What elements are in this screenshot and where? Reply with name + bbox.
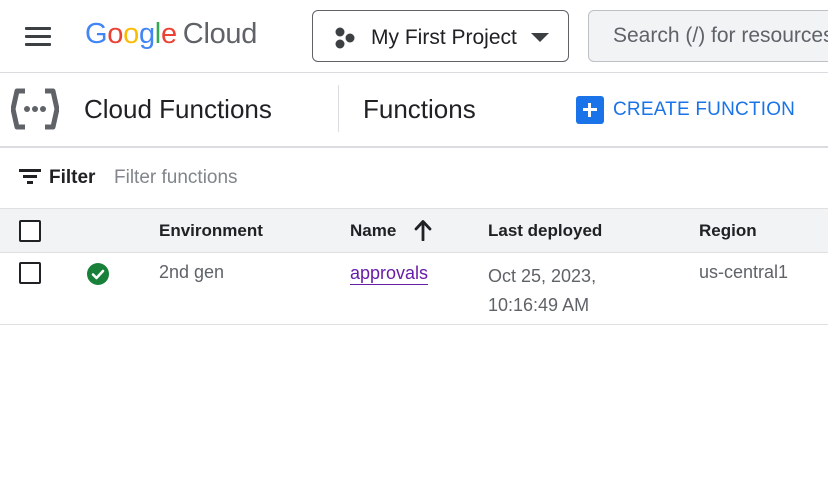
select-all-checkbox[interactable] bbox=[19, 220, 41, 242]
table-header: Environment Name Last deployed Region bbox=[0, 208, 828, 253]
sort-arrow-up-icon[interactable] bbox=[413, 219, 433, 241]
function-name-link[interactable]: approvals bbox=[350, 262, 429, 285]
project-name: My First Project bbox=[371, 26, 517, 49]
last-deployed-time: 10:16:49 AM bbox=[488, 295, 590, 315]
column-header-environment[interactable]: Environment bbox=[159, 221, 263, 241]
menu-icon[interactable] bbox=[22, 24, 56, 50]
header-divider bbox=[338, 85, 339, 132]
create-function-button[interactable]: CREATE FUNCTION bbox=[576, 95, 795, 125]
filter-input[interactable] bbox=[114, 165, 374, 191]
last-deployed-date: Oct 25, 2023, bbox=[488, 266, 597, 286]
logo-letter: e bbox=[160, 18, 177, 50]
column-header-region[interactable]: Region bbox=[699, 221, 757, 241]
top-bar: Google Cloud My First Project bbox=[0, 0, 828, 73]
check-circle-icon bbox=[87, 263, 109, 285]
project-hierarchy-icon bbox=[335, 27, 355, 49]
logo-letter: g bbox=[138, 18, 155, 50]
region-cell: us-central1 bbox=[699, 262, 789, 282]
create-function-label: CREATE FUNCTION bbox=[613, 99, 796, 120]
product-header: Cloud Functions Functions CREATE FUNCTIO… bbox=[0, 73, 828, 148]
column-header-name[interactable]: Name bbox=[350, 221, 396, 241]
dropdown-caret-icon bbox=[531, 33, 549, 42]
filter-list-icon[interactable] bbox=[19, 169, 41, 185]
filter-bar: Filter bbox=[0, 148, 828, 208]
environment-cell: 2nd gen bbox=[159, 262, 225, 282]
add-box-icon bbox=[576, 96, 604, 124]
search-input[interactable] bbox=[613, 23, 828, 49]
table-row: 2nd gen approvals Oct 25, 2023, 10:16:49… bbox=[0, 252, 828, 325]
page-title: Functions bbox=[363, 94, 476, 124]
row-checkbox[interactable] bbox=[19, 262, 41, 284]
product-name: Cloud Functions bbox=[84, 94, 272, 124]
filter-label[interactable]: Filter bbox=[49, 167, 95, 189]
column-header-last-deployed[interactable]: Last deployed bbox=[488, 221, 602, 241]
logo-suffix: Cloud bbox=[182, 18, 258, 50]
logo-letter: o bbox=[107, 18, 124, 50]
logo-letter: o bbox=[123, 18, 139, 50]
cloud-functions-icon bbox=[11, 88, 59, 130]
google-cloud-logo[interactable]: Google Cloud bbox=[85, 18, 257, 51]
last-deployed-cell: Oct 25, 2023, 10:16:49 AM bbox=[488, 262, 596, 320]
logo-letter: G bbox=[85, 18, 108, 50]
search-box[interactable] bbox=[588, 10, 828, 62]
project-picker-button[interactable]: My First Project bbox=[312, 10, 569, 62]
